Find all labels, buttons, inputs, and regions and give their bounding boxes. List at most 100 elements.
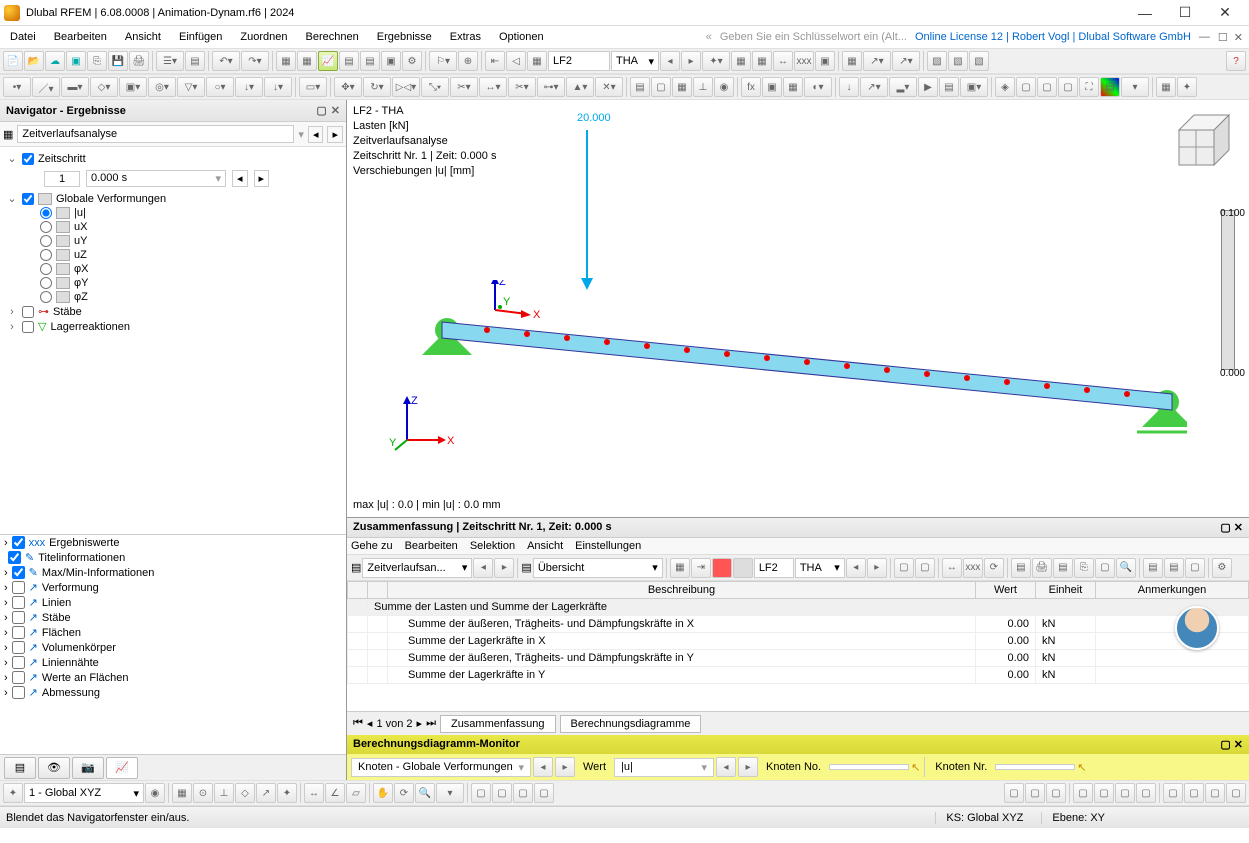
excel-icon[interactable]: ▤ — [1053, 558, 1073, 578]
block-icon[interactable]: ▣ — [66, 51, 86, 71]
copy-model-icon[interactable]: ⎘ — [87, 51, 107, 71]
monitor-knoten-no-input[interactable] — [829, 764, 909, 770]
palette-icon[interactable]: ▾ — [1121, 77, 1149, 97]
area-icon[interactable]: ▱ — [346, 783, 366, 803]
snap-icon[interactable]: ▢ — [651, 77, 671, 97]
open-icon[interactable]: 📂 — [24, 51, 44, 71]
monitor-knoten-combo[interactable]: Knoten - Globale Verformungen ▾ — [351, 758, 531, 777]
misc6-icon[interactable]: ▢ — [1115, 783, 1135, 803]
val-toggle-icon[interactable]: xxx — [963, 558, 983, 578]
sync-icon[interactable]: ⟳ — [984, 558, 1004, 578]
menu-ansicht[interactable]: Ansicht — [117, 29, 169, 45]
monitor-next2-icon[interactable]: ▸ — [738, 757, 758, 777]
mirror-icon[interactable]: ▷◁▾ — [392, 77, 420, 97]
axis-icon[interactable]: ✦ — [1177, 77, 1197, 97]
summary-next-icon[interactable]: ▸ — [494, 558, 514, 578]
addon-new-icon[interactable]: ⊕ — [458, 51, 478, 71]
clip-icon[interactable]: ▢ — [1095, 558, 1115, 578]
pick-icon[interactable]: ↖ — [911, 761, 920, 774]
menu-bearbeiten[interactable]: Bearbeiten — [46, 29, 115, 45]
solid-icon[interactable]: ▣▾ — [119, 77, 147, 97]
color-icon[interactable]: ▣▾ — [960, 77, 988, 97]
results-table-icon[interactable]: ▤ — [360, 51, 380, 71]
expand-icon[interactable]: › — [6, 306, 18, 318]
flachen-checkbox[interactable] — [12, 626, 25, 639]
license-info[interactable]: Online License 12 | Robert Vogl | Dlubal… — [915, 31, 1191, 43]
summary-table[interactable]: Beschreibung Wert Einheit Anmerkungen Su… — [347, 581, 1249, 711]
loadset-icon[interactable]: ↓▾ — [264, 77, 292, 97]
model-viewport[interactable]: LF2 - THA Lasten [kN] Zeitverlaufsanalys… — [347, 100, 1249, 517]
copy-icon[interactable]: ⎘ — [1074, 558, 1094, 578]
align-icon[interactable]: ▤ — [630, 77, 650, 97]
expand-icon[interactable]: › — [6, 321, 18, 333]
view-grid-icon[interactable]: ▦ — [842, 51, 862, 71]
calculate-icon[interactable]: ▣ — [381, 51, 401, 71]
summary-pin-icon[interactable]: ▢ — [1220, 522, 1230, 534]
pick2-icon[interactable]: ↖ — [1077, 761, 1086, 774]
uz-radio[interactable] — [40, 249, 52, 261]
phix-radio[interactable] — [40, 263, 52, 275]
menu-einfuegen[interactable]: Einfügen — [171, 29, 230, 45]
rotate-icon[interactable]: ↻▾ — [363, 77, 391, 97]
verformung-checkbox[interactable] — [12, 581, 25, 594]
angle-icon[interactable]: ∠ — [325, 783, 345, 803]
expand-icon[interactable]: ⌄ — [6, 192, 18, 205]
misc7-icon[interactable]: ▢ — [1136, 783, 1156, 803]
surface-set-icon[interactable]: ◇▾ — [90, 77, 118, 97]
cs-icon[interactable]: ✦ — [3, 783, 23, 803]
opening-icon[interactable]: ◎▾ — [148, 77, 176, 97]
tab-zusammenfassung[interactable]: Zusammenfassung — [440, 715, 556, 733]
tab-berechnungsdiagramme[interactable]: Berechnungsdiagramme — [560, 715, 702, 733]
protocol-icon[interactable]: ▤ — [339, 51, 359, 71]
save-icon[interactable]: 💾 — [108, 51, 128, 71]
stabe2-checkbox[interactable] — [12, 611, 25, 624]
globale-checkbox[interactable] — [22, 193, 34, 205]
timestep-number-input[interactable] — [44, 171, 80, 187]
nav-next-icon[interactable]: ▸ — [327, 126, 343, 143]
menu-zuordnen[interactable]: Zuordnen — [232, 29, 295, 45]
linien-checkbox[interactable] — [12, 596, 25, 609]
timestep-next-icon[interactable]: ▸ — [254, 170, 270, 187]
nav-prev-icon[interactable]: ◂ — [308, 126, 324, 143]
wireframe-icon[interactable]: ▦ — [783, 77, 803, 97]
render1-icon[interactable]: ▢ — [471, 783, 491, 803]
sort-icon[interactable]: ▢ — [915, 558, 935, 578]
intersect-icon[interactable]: ✕▾ — [595, 77, 623, 97]
dist-icon[interactable]: ↔ — [304, 783, 324, 803]
ux-radio[interactable] — [40, 221, 52, 233]
nav-pan-icon[interactable]: ✋ — [373, 783, 393, 803]
misc3-icon[interactable]: ▢ — [1046, 783, 1066, 803]
result-toggle-icon[interactable]: ▦ — [527, 51, 547, 71]
monitor-close-icon[interactable]: ✕ — [1234, 739, 1243, 751]
assistant-avatar[interactable] — [1175, 606, 1219, 650]
diagram-icon[interactable]: ▂▾ — [889, 77, 917, 97]
keyword-search[interactable]: Geben Sie ein Schlüsselwort ein (Alt... — [714, 31, 913, 43]
view1-icon[interactable]: ▤ — [1143, 558, 1163, 578]
scale-icon[interactable]: ⤡▾ — [421, 77, 449, 97]
dim-icon[interactable]: ↔ — [773, 51, 793, 71]
analysis-type-combo[interactable]: Zeitverlaufsanalyse — [17, 125, 294, 143]
timestep-time-combo[interactable]: 0.000 s▾ — [86, 170, 226, 187]
view-result-icon[interactable]: ↗▾ — [892, 51, 920, 71]
print-icon2[interactable]: 🖨 — [1032, 558, 1052, 578]
ergebniswerte-checkbox[interactable] — [12, 536, 25, 549]
table-icon[interactable]: ▦ — [276, 51, 296, 71]
loads-show-icon[interactable]: ↓ — [839, 77, 859, 97]
select-icon[interactable]: ▭▾ — [299, 77, 327, 97]
u-radio[interactable] — [40, 207, 52, 219]
manager-icon[interactable]: ☰▾ — [156, 51, 184, 71]
hinge-icon[interactable]: ○▾ — [206, 77, 234, 97]
ortho-on-icon[interactable]: ⊥ — [214, 783, 234, 803]
colors-icon[interactable]: ▤ — [1100, 77, 1120, 97]
help-icon[interactable]: ? — [1226, 51, 1246, 71]
node-icon[interactable]: •▾ — [3, 77, 31, 97]
results-step-icon[interactable]: ⇥ — [691, 558, 711, 578]
fx-icon[interactable]: fx — [741, 77, 761, 97]
menu-ergebnisse[interactable]: Ergebnisse — [369, 29, 440, 45]
werteflachen-checkbox[interactable] — [12, 671, 25, 684]
phiz-radio[interactable] — [40, 291, 52, 303]
summary-lc-combo[interactable]: LF2 — [754, 558, 794, 578]
monitor-pin-icon[interactable]: ▢ — [1220, 739, 1230, 751]
misc8-icon[interactable]: ▢ — [1163, 783, 1183, 803]
pin-icon[interactable]: ▢ — [316, 104, 326, 117]
